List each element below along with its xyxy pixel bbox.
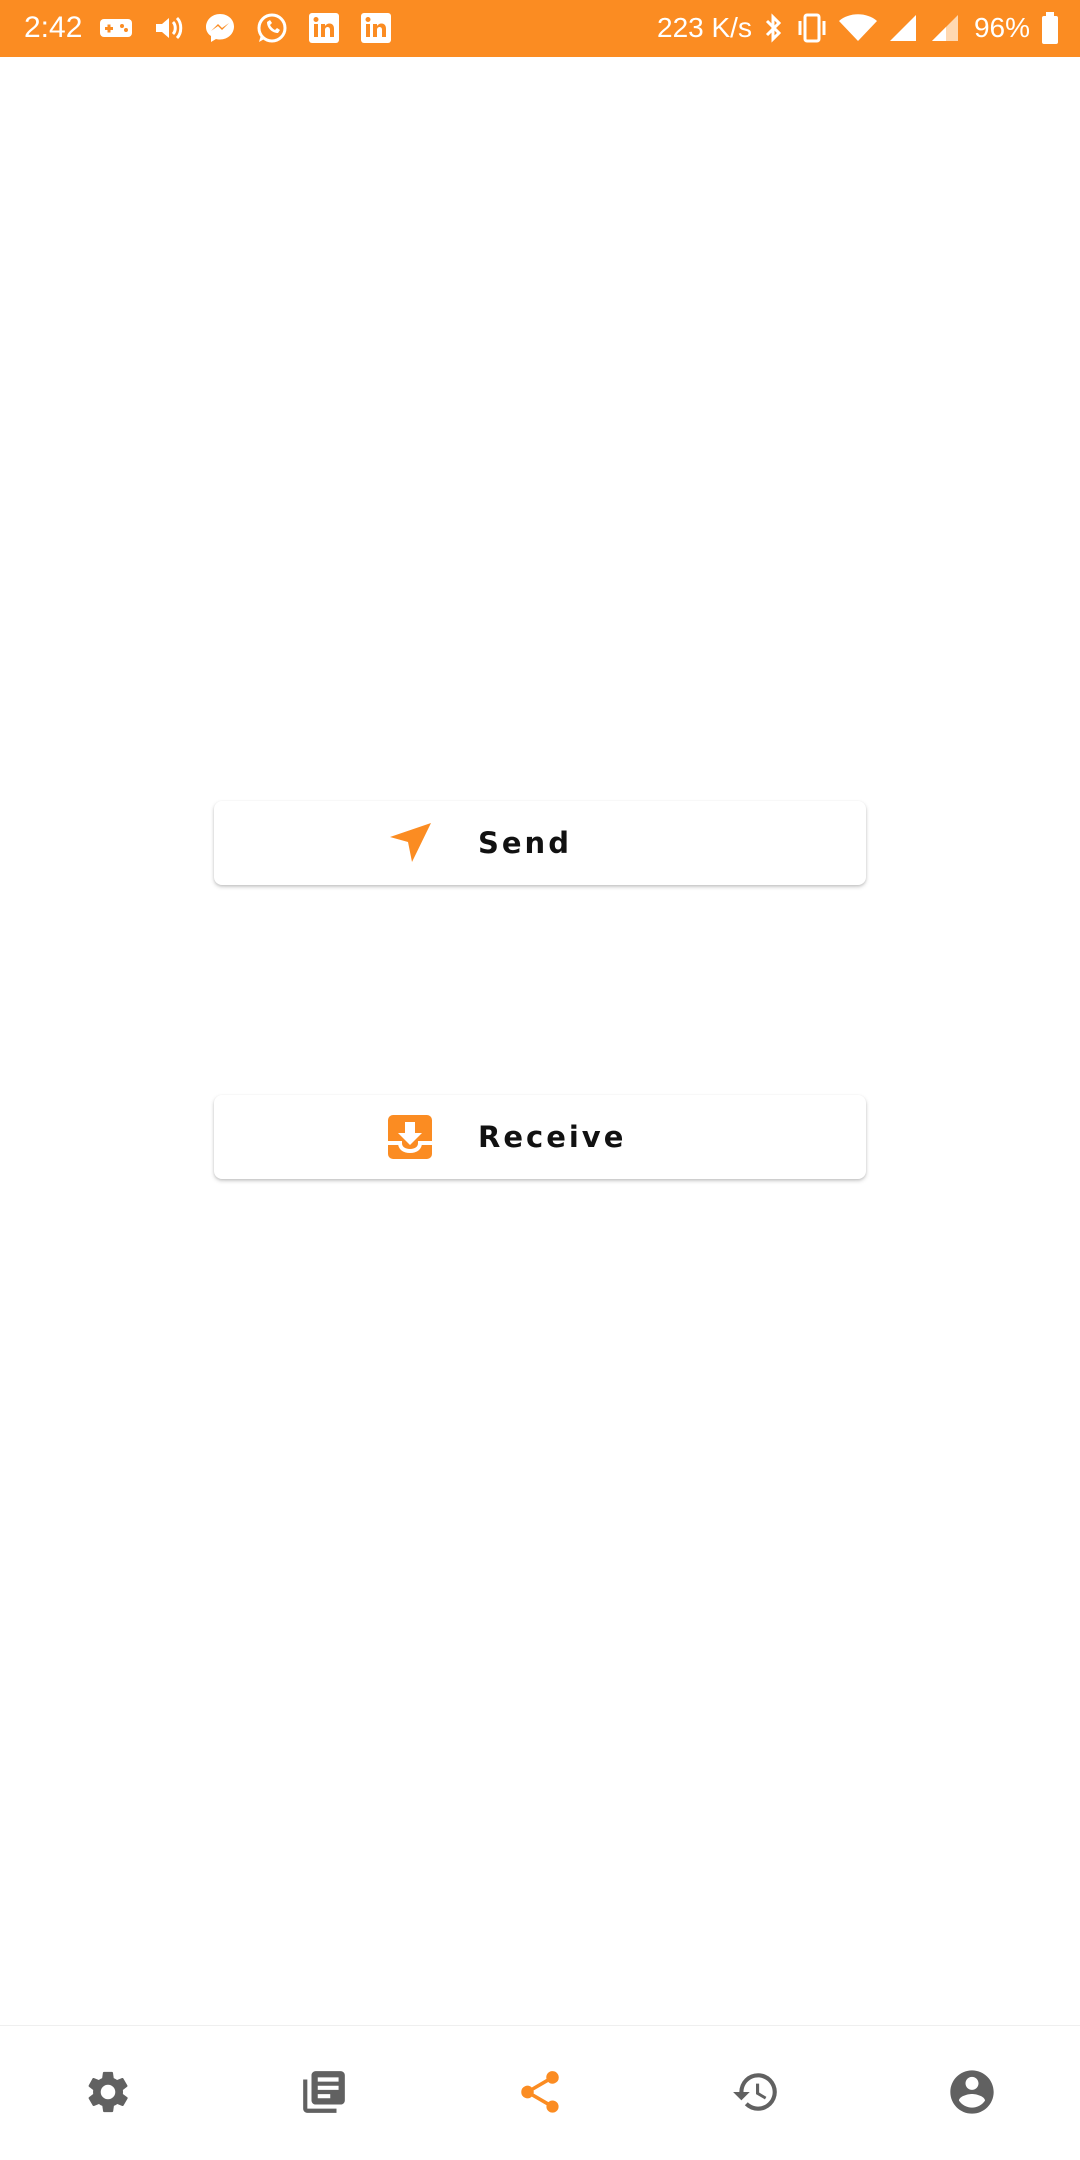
battery-icon [1040,11,1060,45]
send-button[interactable]: Send [214,801,866,885]
nav-history[interactable] [728,2066,784,2122]
receive-label: Receive [478,1120,627,1154]
network-speed: 223 K/s [657,12,752,43]
settings-icon [83,2067,133,2121]
bluetooth-icon [762,11,786,45]
battery-percent: 96% [973,12,1030,43]
whatsapp-icon [254,11,290,45]
linkedin-icon [306,11,342,45]
inbox-download-icon [386,1113,434,1161]
send-arrow-icon [386,819,434,867]
gamepad-icon [98,11,134,45]
wifi-icon [838,11,878,45]
signal-icon [888,11,920,45]
nav-account[interactable] [944,2066,1000,2122]
nav-settings[interactable] [80,2066,136,2122]
nav-share[interactable] [512,2066,568,2122]
receive-button[interactable]: Receive [214,1095,866,1179]
volume-icon [150,11,186,45]
status-right: 223 K/s 96% [657,11,1060,45]
bottom-navigation [0,2025,1080,2160]
nav-list[interactable] [296,2066,352,2122]
status-time: 2:42 [24,11,83,44]
history-icon [731,2067,781,2121]
list-icon [299,2067,349,2121]
signal-roaming-icon [930,11,964,45]
linkedin-icon [358,11,394,45]
vibrate-icon [796,11,828,45]
screen: 2:42 223 K/s 96% Send Receive [0,0,1080,2160]
send-label: Send [478,826,572,860]
notification-icons [98,11,394,45]
messenger-icon [202,11,238,45]
account-icon [946,2066,998,2122]
share-icon [515,2067,565,2121]
status-bar: 2:42 223 K/s 96% [0,0,1080,57]
